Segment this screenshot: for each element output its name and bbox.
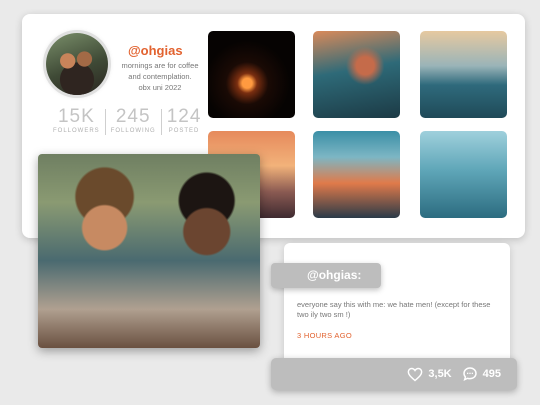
like-count: 3,5K: [428, 368, 452, 380]
post-timestamp: 3 HOURS AGO: [297, 331, 352, 340]
stat-value: 124: [166, 106, 202, 127]
bio-line: and contemplation.: [128, 72, 192, 81]
avatar-photo: [46, 33, 108, 95]
reaction-bar: 3,5K 495: [271, 358, 517, 390]
like-button[interactable]: 3,5K: [407, 367, 452, 382]
heart-icon: [407, 367, 423, 381]
post-caption: everyone say this with me: we hate men! …: [297, 300, 491, 319]
comment-count: 495: [482, 368, 501, 380]
featured-post-photo[interactable]: [38, 154, 260, 348]
profile-bio: mornings are for coffee and contemplatio…: [112, 60, 208, 93]
stat-label: FOLLOWERS: [53, 128, 100, 134]
post-thumbnail[interactable]: [420, 31, 507, 118]
bio-line: obx uni 2022: [138, 83, 182, 92]
bio-line: mornings are for coffee: [121, 61, 199, 70]
post-thumbnail[interactable]: [208, 31, 295, 118]
avatar[interactable]: [46, 33, 108, 95]
stat-label: FOLLOWING: [110, 128, 156, 134]
stat-label: POSTED: [168, 128, 200, 134]
post-thumbnail[interactable]: [313, 31, 400, 118]
post-thumbnail[interactable]: [420, 131, 507, 218]
stat-value: 245: [115, 106, 151, 127]
profile-handle[interactable]: @ohgias: [128, 43, 183, 58]
comment-button[interactable]: 495: [462, 366, 501, 382]
post-author-handle[interactable]: @ohgias:: [271, 263, 381, 288]
post-thumbnail[interactable]: [313, 131, 400, 218]
stat-value: 15K: [57, 106, 95, 127]
profile-stats: 15K FOLLOWERS 245 FOLLOWING 124 POSTED: [48, 107, 206, 135]
stat-posted[interactable]: 124 POSTED: [162, 106, 207, 135]
comment-icon: [462, 367, 477, 382]
stat-following[interactable]: 245 FOLLOWING: [106, 106, 161, 135]
stat-followers[interactable]: 15K FOLLOWERS: [48, 106, 105, 135]
